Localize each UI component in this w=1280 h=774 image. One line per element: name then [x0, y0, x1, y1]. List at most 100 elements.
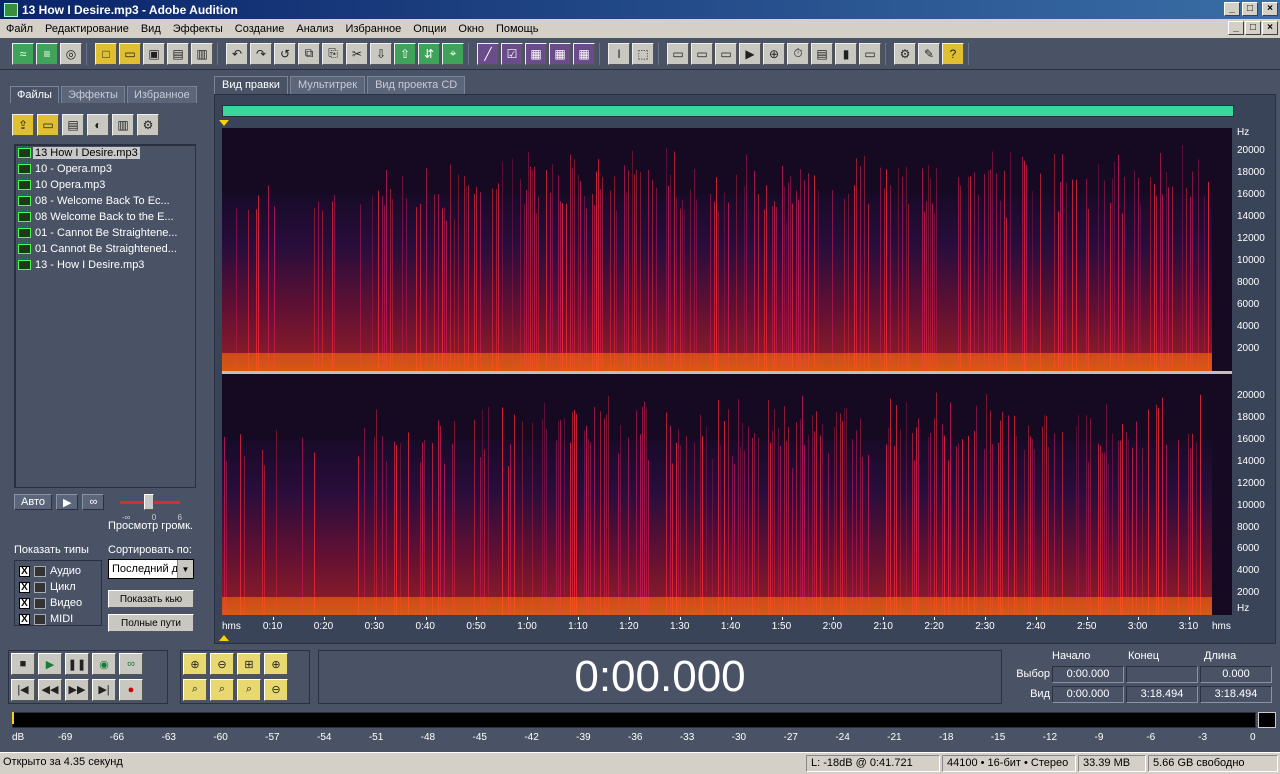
- type-audio-row[interactable]: X Аудио: [19, 563, 97, 579]
- midi-checkbox[interactable]: X: [19, 613, 30, 625]
- marquee-icon[interactable]: ⬚: [632, 42, 654, 65]
- audio-checkbox[interactable]: X: [19, 565, 30, 577]
- play-tool-icon[interactable]: ▶: [739, 42, 761, 65]
- view-end-field[interactable]: 3:18.494: [1126, 686, 1198, 703]
- zoom-in-vertical-icon[interactable]: ⊕: [264, 653, 288, 675]
- menu-analyze[interactable]: Анализ: [290, 23, 339, 35]
- zoom-right-icon[interactable]: ⌕: [237, 678, 261, 701]
- sort-dropdown[interactable]: Последний д ▼: [108, 559, 194, 579]
- edit-view-icon[interactable]: ≈: [12, 42, 34, 65]
- zoom-in-icon[interactable]: ⊕: [183, 653, 207, 675]
- zoom-out-vertical-icon[interactable]: ⊖: [264, 678, 288, 701]
- cut-icon[interactable]: ✂: [346, 42, 368, 65]
- cd-icon[interactable]: ◎: [60, 42, 82, 65]
- menu-view[interactable]: Вид: [135, 23, 167, 35]
- window-1-icon[interactable]: ▭: [667, 42, 689, 65]
- preview-loop-button[interactable]: ∞: [82, 494, 105, 510]
- spectrogram-left-channel[interactable]: [222, 128, 1232, 371]
- insert-icon[interactable]: ◐: [87, 114, 109, 136]
- grid-icon[interactable]: ▦: [549, 42, 571, 65]
- go-to-start-icon[interactable]: |◀: [11, 678, 35, 701]
- list-item[interactable]: 01 - Cannot Be Straightene...: [15, 225, 195, 241]
- selection-start-field[interactable]: 0:00.000: [1052, 666, 1124, 683]
- open-folder-icon[interactable]: ▭: [37, 114, 59, 136]
- copy-new-icon[interactable]: ⎘: [322, 42, 344, 65]
- go-to-end-icon[interactable]: ▶|: [92, 678, 116, 701]
- list-item[interactable]: 08 Welcome Back to the E...: [15, 209, 195, 225]
- view-length-field[interactable]: 3:18.494: [1200, 686, 1272, 703]
- window-3-icon[interactable]: ▭: [715, 42, 737, 65]
- list-item[interactable]: 01 Cannot Be Straightened...: [15, 241, 195, 257]
- redo-icon[interactable]: ↷: [250, 42, 272, 65]
- full-paths-button[interactable]: Полные пути: [108, 614, 194, 632]
- loop-icon[interactable]: ∞: [119, 653, 143, 675]
- level-icon[interactable]: ▮: [835, 42, 857, 65]
- options-icon[interactable]: ⚙: [137, 114, 159, 136]
- mix-paste-icon[interactable]: ⇵: [418, 42, 440, 65]
- batch-icon[interactable]: ▤: [811, 42, 833, 65]
- save-icon[interactable]: ▣: [143, 42, 165, 65]
- record-icon[interactable]: ●: [119, 678, 143, 701]
- loop-checkbox[interactable]: X: [19, 581, 30, 593]
- open-file-icon[interactable]: ▭: [119, 42, 141, 65]
- minimize-button[interactable]: _: [1224, 2, 1240, 16]
- selection-end-field[interactable]: [1126, 666, 1198, 683]
- menu-edit[interactable]: Редактирование: [39, 23, 135, 35]
- grid-2-icon[interactable]: ▦: [573, 42, 595, 65]
- tab-favorites[interactable]: Избранное: [126, 86, 197, 103]
- repeat-icon[interactable]: ↺: [274, 42, 296, 65]
- menu-effects[interactable]: Эффекты: [167, 23, 229, 35]
- list-item[interactable]: 08 - Welcome Back To Ec...: [15, 193, 195, 209]
- panel-icon[interactable]: ▭: [859, 42, 881, 65]
- doc-close-button[interactable]: ×: [1262, 21, 1278, 35]
- fast-forward-icon[interactable]: ▶▶: [65, 678, 89, 701]
- edit-file-icon[interactable]: ▥: [112, 114, 134, 136]
- spectrogram-right-channel[interactable]: [222, 374, 1232, 615]
- overview-bar[interactable]: [222, 105, 1234, 117]
- marker-icon[interactable]: ☑: [501, 42, 523, 65]
- script-icon[interactable]: ✎: [918, 42, 940, 65]
- multitrack-icon[interactable]: ≡: [36, 42, 58, 65]
- tab-edit-view[interactable]: Вид правки: [214, 76, 288, 94]
- rewind-icon[interactable]: ◀◀: [38, 678, 62, 701]
- view-start-field[interactable]: 0:00.000: [1052, 686, 1124, 703]
- list-item[interactable]: 10 - Opera.mp3: [15, 161, 195, 177]
- list-item[interactable]: 13 - How I Desire.mp3: [15, 257, 195, 273]
- pause-icon[interactable]: ❚❚: [65, 653, 89, 675]
- close-button[interactable]: ×: [1262, 2, 1278, 16]
- save-as-icon[interactable]: ▤: [167, 42, 189, 65]
- window-2-icon[interactable]: ▭: [691, 42, 713, 65]
- menu-file[interactable]: Файл: [0, 23, 39, 35]
- envelope-icon[interactable]: ╱: [477, 42, 499, 65]
- menu-favorites[interactable]: Избранное: [340, 23, 408, 35]
- menu-generate[interactable]: Создание: [229, 23, 291, 35]
- spectral-icon[interactable]: ▦: [525, 42, 547, 65]
- time-selection-icon[interactable]: I: [608, 42, 630, 65]
- type-midi-row[interactable]: X MIDI: [19, 611, 97, 627]
- maximize-button[interactable]: □: [1242, 2, 1258, 16]
- type-loop-row[interactable]: X Цикл: [19, 579, 97, 595]
- preview-volume-slider[interactable]: -∞ 0 6: [110, 494, 190, 522]
- copy-icon[interactable]: ⧉: [298, 42, 320, 65]
- doc-restore-button[interactable]: □: [1245, 21, 1261, 35]
- type-video-row[interactable]: X Видео: [19, 595, 97, 611]
- chevron-down-icon[interactable]: ▼: [177, 560, 193, 578]
- auto-play-button[interactable]: Авто: [14, 494, 52, 510]
- trim-icon[interactable]: ⌖: [442, 42, 464, 65]
- stop-icon[interactable]: ■: [11, 653, 35, 675]
- preview-play-button[interactable]: ▶: [55, 494, 79, 510]
- menu-window[interactable]: Окно: [452, 23, 490, 35]
- import-file-icon[interactable]: ⇪: [12, 114, 34, 136]
- playhead-marker-icon[interactable]: [219, 120, 229, 126]
- new-file-icon[interactable]: □: [95, 42, 117, 65]
- list-item[interactable]: 10 Opera.mp3: [15, 177, 195, 193]
- paste-icon[interactable]: ⇩: [370, 42, 392, 65]
- undo-icon[interactable]: ↶: [226, 42, 248, 65]
- save-all-icon[interactable]: ▥: [191, 42, 213, 65]
- zoom-left-icon[interactable]: ⌕: [210, 678, 234, 701]
- zoom-tool-icon[interactable]: ⊕: [763, 42, 785, 65]
- play-to-end-icon[interactable]: ◉: [92, 653, 116, 675]
- tab-effects[interactable]: Эффекты: [60, 86, 125, 103]
- selection-length-field[interactable]: 0.000: [1200, 666, 1272, 683]
- paste-new-icon[interactable]: ⇧: [394, 42, 416, 65]
